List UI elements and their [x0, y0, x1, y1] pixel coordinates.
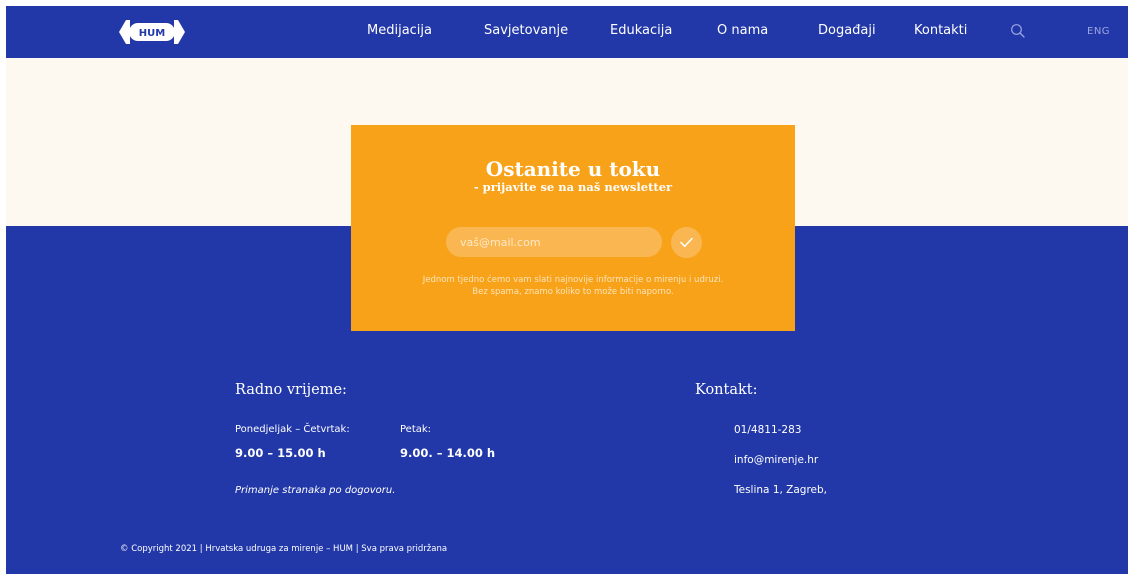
- contact-address: Teslina 1, Zagreb,: [734, 484, 828, 496]
- newsletter-card: Ostanite u toku - prijavite se na naš ne…: [351, 125, 795, 331]
- newsletter-title: Ostanite u toku: [485, 157, 661, 181]
- nav-item-medijacija[interactable]: Medijacija: [367, 23, 432, 38]
- nav-item-kontakti[interactable]: Kontakti: [914, 23, 967, 38]
- nav-item-dogadaji[interactable]: Događaji: [818, 23, 876, 38]
- weekday-hours: 9.00 – 15.00 h: [235, 446, 326, 460]
- nav-item-o-nama[interactable]: O nama: [717, 23, 768, 38]
- newsletter-note: Jednom tjedno ćemo vam slati najnovije i…: [351, 274, 795, 298]
- logo-text: HUM: [139, 28, 165, 39]
- hours-heading: Radno vrijeme:: [235, 382, 347, 398]
- newsletter-note-line-2: Bez spama, znamo koliko to može biti nap…: [472, 287, 674, 297]
- check-icon: [680, 237, 693, 248]
- appointment-note: Primanje stranaka po dogovoru.: [235, 485, 396, 496]
- friday-hours: 9.00. – 14.00 h: [400, 446, 496, 460]
- contact-phone[interactable]: 01/4811-283: [734, 424, 801, 436]
- newsletter-note-line-1: Jednom tjedno ćemo vam slati najnovije i…: [422, 275, 724, 285]
- contact-email[interactable]: info@mirenje.hr: [734, 454, 818, 466]
- submit-button[interactable]: [671, 227, 702, 258]
- contact-heading: Kontakt:: [695, 382, 758, 398]
- email-input[interactable]: [446, 227, 662, 257]
- friday-label: Petak:: [400, 424, 432, 435]
- nav-item-savjetovanje[interactable]: Savjetovanje: [484, 23, 568, 38]
- hum-logo[interactable]: HUM: [116, 19, 188, 45]
- weekday-label: Ponedjeljak – Četvrtak:: [235, 424, 350, 435]
- language-switch[interactable]: ENG: [1087, 26, 1110, 37]
- newsletter-subtitle: - prijavite se na naš newsletter: [473, 180, 673, 194]
- copyright-text: © Copyright 2021 | Hrvatska udruga za mi…: [120, 544, 448, 554]
- top-navigation: HUM Medijacija Savjetovanje Edukacija O …: [6, 6, 1128, 58]
- page: HUM Medijacija Savjetovanje Edukacija O …: [6, 6, 1128, 574]
- nav-item-edukacija[interactable]: Edukacija: [610, 23, 672, 38]
- search-icon[interactable]: [1010, 23, 1026, 39]
